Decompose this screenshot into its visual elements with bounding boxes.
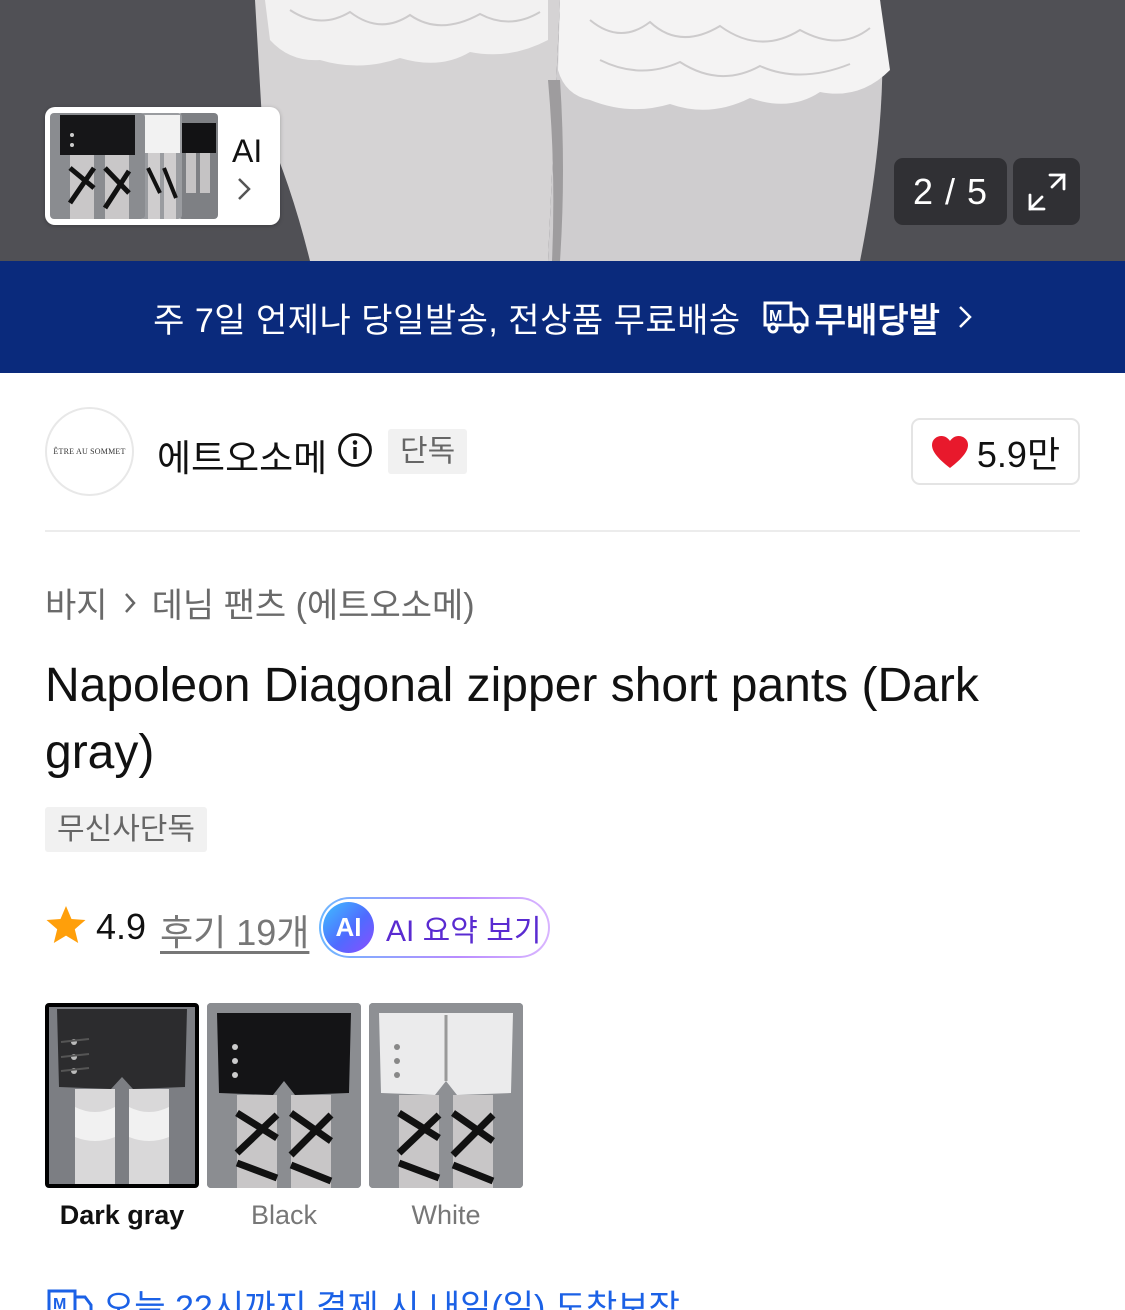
swatch-photo-white [369,1003,523,1188]
exclusive-badge: 단독 [388,429,468,474]
product-title: Napoleon Diagonal zipper short pants (Da… [45,659,979,779]
chevron-right-icon [958,306,972,328]
svg-text:M: M [769,308,782,325]
ai-lookbook-card[interactable]: AI [45,107,280,225]
review-count-link[interactable]: 후기 19개 [160,904,309,956]
delivery-guarantee[interactable]: M 오늘 22시까지 결제 시 내일(일) 도착보장 [45,1280,680,1310]
svg-text:M: M [53,1296,66,1310]
brand-logo-text: ÊTRE AU SOMMET [53,447,126,456]
info-icon[interactable] [337,432,373,468]
ai-thumb-2 [140,113,182,219]
fullscreen-button[interactable] [1013,158,1080,225]
ai-summary-button[interactable]: AI AI 요약 보기 [319,897,550,958]
breadcrumb-subcategory[interactable]: 데님 팬츠 (에트오소메) [152,578,475,627]
delivery-guarantee-text: 오늘 22시까지 결제 시 내일(일) 도착보장 [103,1289,680,1310]
shipping-banner-text: 주 7일 언제나 당일발송, 전상품 무료배송 [153,301,741,340]
rating-score: 4.9 [96,906,147,947]
image-counter: 2 / 5 [894,158,1007,225]
like-count: 5.9만 [976,433,1061,475]
ai-summary-label: AI 요약 보기 [386,914,542,948]
color-option-black[interactable] [207,1003,361,1188]
shipping-banner[interactable]: 주 7일 언제나 당일발송, 전상품 무료배송 M 무배당발 [0,261,1125,373]
color-label-black: Black [250,1200,318,1230]
delivery-truck-icon: M [763,301,809,334]
color-label-dark-gray: Dark gray [59,1200,185,1230]
heart-icon [931,435,968,468]
chevron-right-icon [124,592,136,613]
ai-lookbook-thumbnails [50,113,220,219]
exclusive-tag: 무신사단독 [45,807,207,852]
swatch-photo-dark-gray [49,1007,195,1184]
free-delivery-logo-text: 무배당발 [814,301,940,340]
delivery-truck-icon: M [47,1289,93,1310]
color-label-white: White [411,1200,481,1230]
star-icon [46,906,86,943]
ai-thumb-3 [178,113,218,219]
color-option-white[interactable] [369,1003,523,1188]
breadcrumb: 바지 데님 팬츠 (에트오소메) [45,578,475,627]
product-image-gallery[interactable]: AI 2 / 5 [0,0,1125,261]
free-delivery-logo: M 무배당발 [761,293,940,342]
ai-thumb-label: AI [232,133,263,169]
section-divider [45,530,1080,532]
ai-thumb-1 [50,113,145,219]
breadcrumb-category[interactable]: 바지 [45,578,108,627]
like-button[interactable]: 5.9만 [911,418,1080,485]
chevron-right-icon [238,178,251,200]
color-option-dark-gray[interactable] [45,1003,199,1188]
ai-badge-icon: AI [323,902,374,953]
expand-icon [1028,173,1065,210]
brand-name[interactable]: 에트오소메 [157,428,327,482]
swatch-photo-black [207,1003,361,1188]
brand-logo[interactable]: ÊTRE AU SOMMET [45,407,134,496]
